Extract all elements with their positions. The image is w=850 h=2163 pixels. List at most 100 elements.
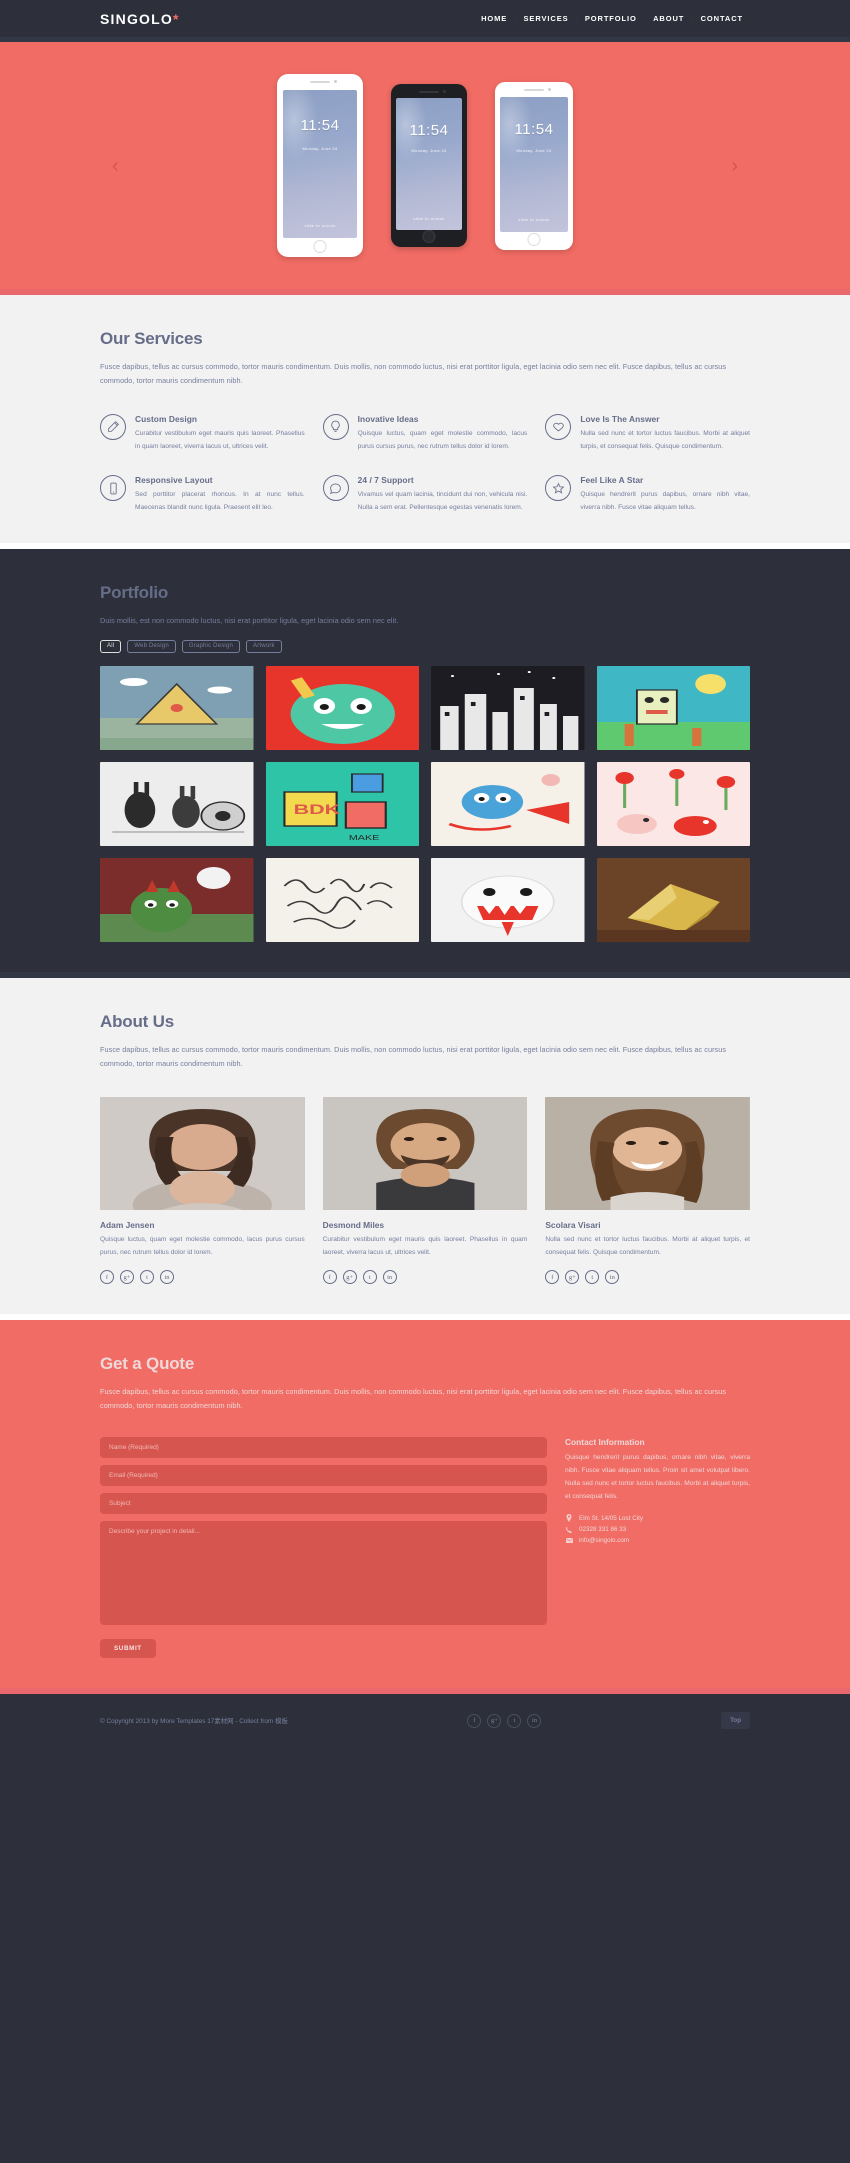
contact-address: Elm St. 14/05 Lost City	[579, 1514, 644, 1522]
google-plus-icon[interactable]: g+	[342, 1270, 357, 1285]
linkedin-icon[interactable]: in	[527, 1713, 542, 1728]
google-plus-icon[interactable]: g+	[120, 1270, 134, 1285]
nav-item-home[interactable]: HOME	[474, 14, 514, 23]
portfolio-item-city-sketch[interactable]	[431, 665, 585, 750]
location-pin-icon	[565, 1514, 573, 1523]
portfolio-item-robot-poster[interactable]	[596, 665, 750, 750]
contact-email-row: info@singolo.com	[565, 1537, 750, 1544]
facebook-icon[interactable]: f	[467, 1713, 482, 1728]
portfolio-item-blue-creature[interactable]	[431, 761, 585, 846]
speaker-icon	[310, 81, 330, 83]
service-item: Love Is The Answer Nulla sed nunc et tor…	[545, 413, 750, 454]
phone-vertical-white-2: 11:54 Monday, June 24 slide to unlock	[495, 81, 573, 250]
screen-time: 11:54	[514, 120, 554, 138]
portfolio-item-white-monster[interactable]	[431, 857, 585, 942]
email-input[interactable]	[100, 1465, 547, 1487]
submit-button[interactable]: SUBMIT	[100, 1639, 156, 1659]
portfolio-title: Portfolio	[100, 583, 169, 603]
camera-icon	[548, 87, 551, 91]
service-title: Inovative Ideas	[357, 413, 419, 424]
portfolio-item-rabbit-characters[interactable]	[100, 761, 254, 846]
subject-input[interactable]	[100, 1493, 547, 1515]
portfolio-item-gold-wrapper[interactable]	[596, 857, 750, 942]
slider-next-arrow-icon[interactable]: ›	[731, 156, 738, 176]
service-text: Nulla sed nunc et tortor luctus faucibus…	[580, 429, 750, 450]
screen-slide-label: slide to unlock	[518, 217, 550, 223]
service-title: Responsive Layout	[135, 475, 213, 486]
linkedin-icon[interactable]: in	[605, 1270, 620, 1285]
screen-time: 11:54	[409, 121, 449, 139]
avatar	[322, 1096, 528, 1210]
service-text: Sed porttitor placerat rhoncus. In at nu…	[135, 491, 305, 512]
google-plus-icon[interactable]: g+	[565, 1270, 580, 1285]
service-text: Quisque luctus, quam eget molestie commo…	[357, 429, 528, 450]
home-button-icon[interactable]	[527, 232, 541, 246]
contact-text: Quisque hendrerit purus dapibus, ornare …	[565, 1454, 750, 1500]
about-subtitle: Fusce dapibus, tellus ac cursus commodo,…	[100, 1044, 727, 1068]
home-button-icon[interactable]	[313, 240, 327, 253]
service-item: 24 / 7 Support Vivamus vel quam lacinia,…	[322, 475, 528, 515]
contact-email: info@singolo.com	[579, 1537, 630, 1545]
service-text: Quisque hendrerit purus dapibus, ornare …	[580, 491, 750, 512]
filter-artwork[interactable]: Artwork	[246, 639, 282, 653]
nav-item-portfolio[interactable]: PORTFOLIO	[578, 14, 644, 23]
service-text: Curabitur vestibulum eget mauris quis la…	[135, 429, 305, 450]
twitter-icon[interactable]: t	[585, 1270, 600, 1285]
filter-all[interactable]: All	[100, 639, 122, 653]
back-to-top-button[interactable]: Top	[721, 1712, 750, 1730]
service-item: Feel Like A Star Quisque hendrerit purus…	[545, 475, 750, 515]
team-grid: Adam Jensen Quisque luctus, quam eget mo…	[100, 1096, 750, 1285]
twitter-icon[interactable]: t	[507, 1713, 522, 1728]
portfolio-item-green-monster[interactable]	[265, 665, 419, 750]
twitter-icon[interactable]: t	[362, 1270, 377, 1285]
google-plus-icon[interactable]: g+	[487, 1713, 502, 1728]
facebook-icon[interactable]: f	[322, 1270, 337, 1285]
portfolio-item-bdk-blocks[interactable]: BDK MAKE	[265, 761, 419, 846]
about-section: About Us Fusce dapibus, tellus ac cursus…	[0, 977, 850, 1321]
facebook-icon[interactable]: f	[545, 1270, 560, 1285]
slider-phones: 11:54 Monday, June 24 slide to unlock 11…	[277, 74, 573, 257]
team-member: Adam Jensen Quisque luctus, quam eget mo…	[100, 1096, 305, 1285]
portfolio-item-red-monster[interactable]	[100, 857, 254, 942]
site-footer: © Copyright 2013 by More Templates 17素材网…	[0, 1694, 850, 1748]
nav-item-services[interactable]: SERVICES	[517, 14, 576, 23]
member-bio: Quisque luctus, quam eget molestie commo…	[100, 1235, 305, 1256]
portfolio-subtitle: Duis mollis, est non commodo luctus, nis…	[100, 616, 399, 626]
member-socials: f g+ t in	[322, 1270, 528, 1285]
services-title: Our Services	[100, 329, 203, 348]
logo[interactable]: SINGOLO*	[100, 11, 180, 27]
name-input[interactable]	[100, 1437, 547, 1459]
avatar	[100, 1096, 305, 1210]
lightbulb-icon	[322, 413, 349, 440]
screen-slide-label: slide to unlock	[413, 215, 445, 221]
page-root: SINGOLO* HOME · SERVICES · PORTFOLIO · A…	[0, 0, 850, 1748]
filter-web-design[interactable]: Web Design	[127, 639, 176, 653]
slider-prev-arrow-icon[interactable]: ‹	[112, 156, 119, 176]
phone-screen: 11:54 Monday, June 24 slide to unlock	[500, 96, 568, 232]
contact-information: Contact Information Quisque hendrerit pu…	[565, 1437, 750, 1658]
facebook-icon[interactable]: f	[100, 1270, 114, 1285]
screen-slide-label: slide to unlock	[304, 222, 336, 228]
portfolio-item-pyramid[interactable]	[100, 665, 254, 750]
service-text: Vivamus vel quam lacinia, tincidunt dui …	[357, 491, 528, 512]
message-textarea[interactable]	[100, 1521, 547, 1626]
linkedin-icon[interactable]: in	[160, 1270, 174, 1285]
nav-item-contact[interactable]: CONTACT	[694, 14, 750, 23]
quote-form: SUBMIT	[100, 1437, 547, 1659]
member-socials: f g+ t in	[100, 1270, 305, 1285]
speaker-icon	[524, 88, 544, 91]
twitter-icon[interactable]: t	[140, 1270, 154, 1285]
portfolio-item-birds-pattern[interactable]	[596, 761, 750, 846]
star-icon	[545, 475, 572, 502]
portfolio-section: Portfolio Duis mollis, est non commodo l…	[0, 549, 850, 978]
nav-item-about[interactable]: ABOUT	[646, 14, 691, 23]
chat-icon	[322, 475, 349, 502]
linkedin-icon[interactable]: in	[382, 1270, 397, 1285]
portfolio-item-handwriting-sketch[interactable]	[265, 857, 419, 942]
camera-icon	[443, 90, 446, 93]
home-button-icon[interactable]	[422, 230, 436, 243]
filter-graphic-design[interactable]: Graphic Design	[181, 639, 241, 653]
about-title: About Us	[100, 1011, 174, 1031]
contact-phone: 02328 331 86 33	[579, 1526, 627, 1534]
hero-slider: ‹ › 11:54 Monday, June 24 slide to unloc…	[0, 42, 850, 295]
